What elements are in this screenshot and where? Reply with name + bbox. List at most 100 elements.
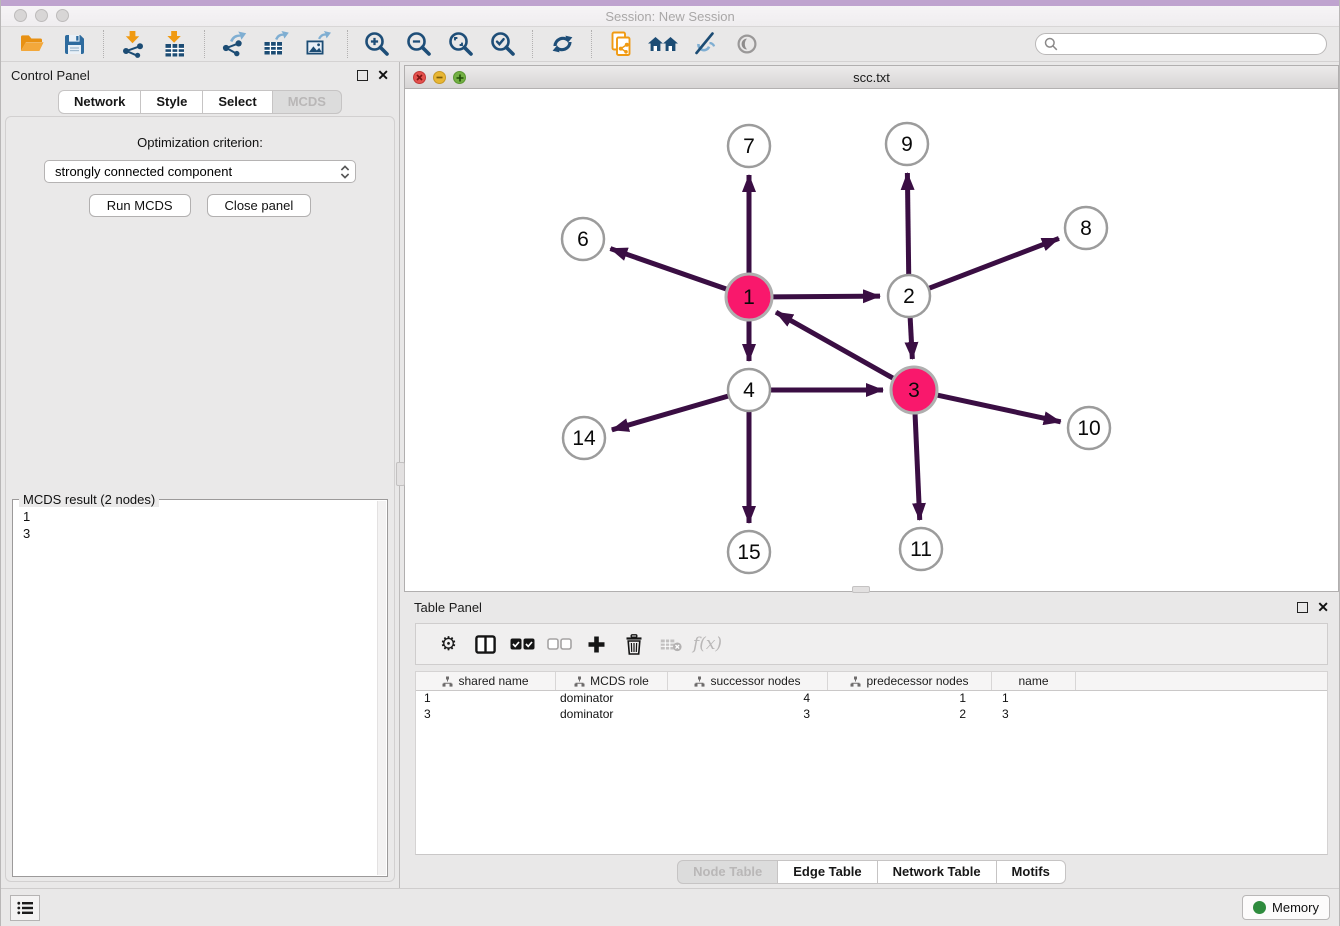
minimize-window-button[interactable]: [35, 9, 48, 22]
search-input[interactable]: [1063, 37, 1318, 51]
graph-edge-4-14[interactable]: [612, 396, 729, 430]
hide-selected-button[interactable]: [686, 29, 724, 59]
node-table[interactable]: shared nameMCDS rolesuccessor nodesprede…: [415, 671, 1328, 855]
select-all-columns-button[interactable]: [504, 627, 541, 661]
network-canvas[interactable]: 7968124314101511: [405, 89, 1338, 591]
plus-icon: [587, 635, 606, 654]
save-session-button[interactable]: [55, 29, 93, 59]
tab-motifs[interactable]: Motifs: [996, 860, 1066, 884]
graph-edge-2-3[interactable]: [910, 317, 912, 359]
close-panel-icon[interactable]: ✕: [1317, 600, 1329, 614]
graph-edge-3-1[interactable]: [776, 312, 894, 378]
add-column-button[interactable]: [578, 627, 615, 661]
result-scrollbar[interactable]: [377, 501, 386, 875]
graph-edge-1-6[interactable]: [610, 249, 727, 290]
column-header-shared-name[interactable]: shared name: [416, 672, 556, 690]
frame-minimize-button[interactable]: [433, 71, 446, 84]
graph-edge-2-9[interactable]: [907, 173, 908, 275]
frame-maximize-button[interactable]: [453, 71, 466, 84]
zoom-window-button[interactable]: [56, 9, 69, 22]
graph-edge-2-8[interactable]: [929, 238, 1059, 288]
tab-select[interactable]: Select: [202, 90, 272, 114]
tab-edge-table[interactable]: Edge Table: [777, 860, 877, 884]
network-window: scc.txt 7968124314101511: [404, 65, 1339, 592]
zoom-fit-button[interactable]: [442, 29, 480, 59]
table-cell[interactable]: 1: [416, 691, 556, 707]
search-field[interactable]: [1035, 33, 1327, 55]
close-window-button[interactable]: [14, 9, 27, 22]
import-table-button[interactable]: [156, 29, 194, 59]
graph-node-label-11: 11: [910, 538, 932, 561]
table-panel-title: Table Panel: [414, 600, 482, 615]
network-window-title: scc.txt: [853, 70, 890, 85]
zoom-in-button[interactable]: [358, 29, 396, 59]
apply-layout-button[interactable]: [543, 29, 581, 59]
window-traffic-lights[interactable]: [14, 9, 69, 22]
open-folder-icon: [19, 33, 45, 55]
table-cell[interactable]: 3: [992, 707, 1076, 723]
float-panel-icon[interactable]: [1297, 602, 1308, 613]
refresh-icon: [550, 32, 575, 56]
graph-edge-3-11[interactable]: [915, 413, 920, 520]
import-table-icon: [162, 30, 188, 58]
table-cell[interactable]: 4: [668, 691, 828, 707]
table-row[interactable]: 1dominator411: [416, 691, 1327, 707]
graph-edge-3-10[interactable]: [936, 395, 1060, 422]
column-header-label: name: [1018, 674, 1048, 688]
graph-edge-1-2[interactable]: [772, 296, 880, 297]
task-history-button[interactable]: [10, 895, 40, 921]
tab-mcds[interactable]: MCDS: [272, 90, 342, 114]
table-cell[interactable]: 3: [668, 707, 828, 723]
table-settings-button[interactable]: ⚙: [430, 627, 467, 661]
network-window-titlebar[interactable]: scc.txt: [405, 66, 1338, 89]
graph-node-label-1: 1: [743, 286, 755, 309]
table-cell[interactable]: dominator: [556, 707, 668, 723]
open-session-button[interactable]: [13, 29, 51, 59]
tree-icon: [574, 676, 585, 687]
table-row[interactable]: 3dominator323: [416, 707, 1327, 723]
tree-icon: [694, 676, 705, 687]
duplicate-network-button[interactable]: [602, 29, 640, 59]
frame-resize-grip[interactable]: [852, 586, 870, 593]
table-cell[interactable]: 3: [416, 707, 556, 723]
table-cell[interactable]: 1: [992, 691, 1076, 707]
export-network-button[interactable]: [215, 29, 253, 59]
table-panel-header: Table Panel ✕: [404, 594, 1339, 620]
unselect-all-columns-button[interactable]: [541, 627, 578, 661]
column-header-predecessor-nodes[interactable]: predecessor nodes: [828, 672, 992, 690]
first-neighbors-button[interactable]: [644, 29, 682, 59]
panel-splitter-handle[interactable]: [396, 462, 405, 486]
export-image-button[interactable]: [299, 29, 337, 59]
frame-close-button[interactable]: [413, 71, 426, 84]
trash-icon: [625, 634, 643, 655]
delete-table-icon: [660, 637, 682, 652]
tab-network[interactable]: Network: [58, 90, 141, 114]
run-mcds-button[interactable]: Run MCDS: [89, 194, 191, 217]
tab-style[interactable]: Style: [140, 90, 203, 114]
close-panel-icon[interactable]: ✕: [377, 68, 389, 82]
tab-network-table[interactable]: Network Table: [877, 860, 997, 884]
columns-icon: [475, 635, 496, 654]
toolbar-separator: [591, 30, 592, 58]
table-cell[interactable]: 1: [828, 691, 992, 707]
optimization-criterion-select[interactable]: strongly connected component: [44, 160, 356, 183]
export-table-button[interactable]: [257, 29, 295, 59]
column-header-name[interactable]: name: [992, 672, 1076, 690]
float-panel-icon[interactable]: [357, 70, 368, 81]
delete-column-button[interactable]: [615, 627, 652, 661]
tab-node-table[interactable]: Node Table: [677, 860, 778, 884]
table-body: 1dominator4113dominator323: [416, 691, 1327, 723]
table-cell[interactable]: dominator: [556, 691, 668, 707]
table-cell[interactable]: 2: [828, 707, 992, 723]
import-network-button[interactable]: [114, 29, 152, 59]
column-header-filler: [1076, 672, 1327, 690]
show-columns-button[interactable]: [467, 627, 504, 661]
zoom-out-button[interactable]: [400, 29, 438, 59]
column-header-MCDS-role[interactable]: MCDS role: [556, 672, 668, 690]
close-panel-button[interactable]: Close panel: [207, 194, 312, 217]
mcds-result-text[interactable]: 1 3: [13, 500, 387, 876]
zoom-selected-button[interactable]: [484, 29, 522, 59]
graph-node-label-2: 2: [903, 285, 915, 308]
memory-button[interactable]: Memory: [1242, 895, 1330, 920]
column-header-successor-nodes[interactable]: successor nodes: [668, 672, 828, 690]
